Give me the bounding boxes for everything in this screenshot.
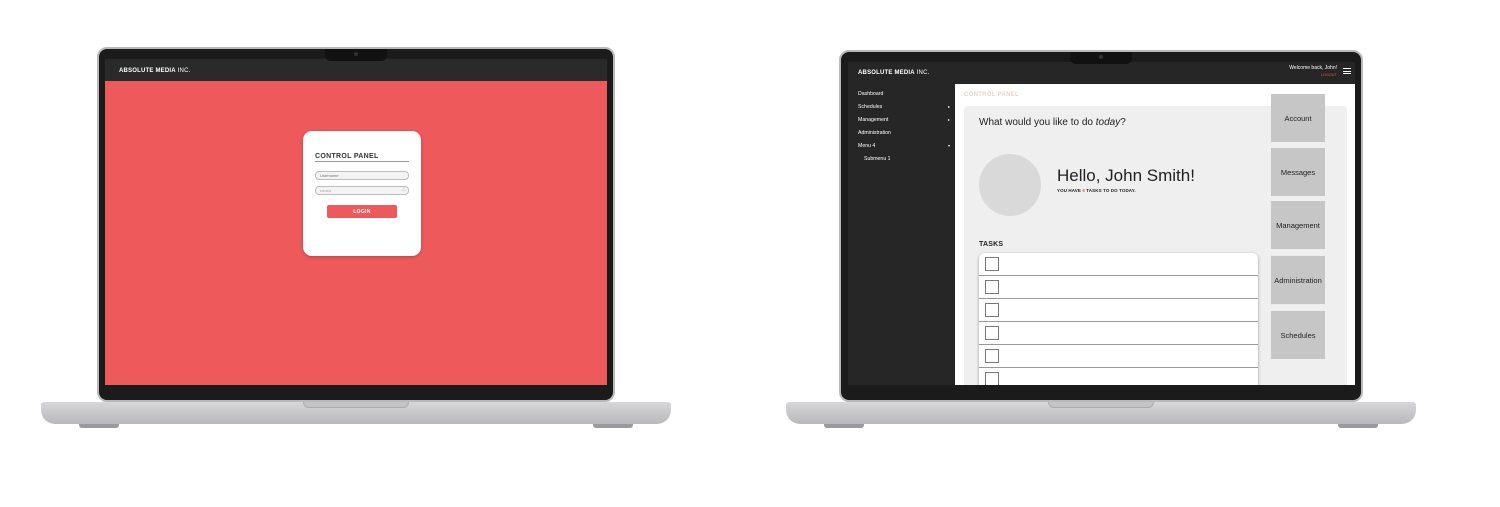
login-background: CONTROL PANEL △ LOGIN: [105, 81, 607, 385]
password-input[interactable]: [315, 186, 409, 195]
sidebar-item-schedules[interactable]: Schedules ▸: [858, 104, 950, 110]
dashboard-panel: What would you like to do today? Hello, …: [964, 94, 1347, 385]
login-title: CONTROL PANEL: [315, 153, 379, 160]
schedules-button[interactable]: Schedules: [1271, 311, 1325, 359]
login-button[interactable]: LOGIN: [327, 205, 397, 218]
camera-notch: [1070, 52, 1132, 64]
base-notch: [1048, 402, 1154, 408]
base-notch: [303, 402, 409, 408]
sidebar-item-menu-4[interactable]: Menu 4 ▾: [858, 143, 950, 149]
login-screen: ABSOLUTE MEDIA INC. CONTROL PANEL △ LOGI…: [105, 59, 607, 385]
sidebar-item-administration[interactable]: Administration: [858, 130, 950, 136]
task-row: [979, 299, 1258, 322]
laptop-foot: [79, 424, 119, 428]
question-heading: What would you like to do today?: [979, 117, 1126, 128]
task-list: [979, 253, 1258, 385]
laptop-lid: ABSOLUTE MEDIA INC. Welcome back, John! …: [839, 50, 1363, 402]
task-row: [979, 345, 1258, 368]
top-bar: ABSOLUTE MEDIA INC.: [105, 59, 607, 81]
logout-link[interactable]: LOGOUT: [1321, 73, 1337, 77]
divider: [315, 161, 409, 162]
task-row: [979, 322, 1258, 345]
task-checkbox[interactable]: [985, 349, 999, 363]
welcome-text: Welcome back, John!: [1289, 65, 1337, 71]
lock-icon: △: [402, 186, 406, 192]
sidebar: Dashboard Schedules ▸ Management ▸ Adminis…: [848, 84, 955, 385]
administration-button[interactable]: Administration: [1271, 256, 1325, 304]
task-checkbox[interactable]: [985, 280, 999, 294]
dashboard-screen: ABSOLUTE MEDIA INC. Welcome back, John! …: [848, 62, 1355, 385]
task-checkbox[interactable]: [985, 372, 999, 385]
task-checkbox[interactable]: [985, 303, 999, 317]
sidebar-item-management[interactable]: Management ▸: [858, 117, 950, 123]
task-row: [979, 276, 1258, 299]
caret-right-icon: ▸: [947, 117, 950, 122]
laptop-dashboard: ABSOLUTE MEDIA INC. Welcome back, John! …: [786, 50, 1416, 432]
laptop-base: [41, 402, 671, 428]
login-card: CONTROL PANEL △ LOGIN: [303, 131, 421, 256]
username-input[interactable]: [315, 171, 409, 180]
laptop-foot: [593, 424, 633, 428]
brand-logo: ABSOLUTE MEDIA INC.: [858, 70, 930, 76]
laptop-lid: ABSOLUTE MEDIA INC. CONTROL PANEL △ LOGI…: [97, 47, 615, 402]
account-button[interactable]: Account: [1271, 94, 1325, 142]
tasks-heading: TASKS: [979, 241, 1004, 248]
camera-notch: [325, 49, 387, 61]
caret-down-icon: ▾: [947, 143, 950, 148]
page-title: CONTROL PANEL: [964, 92, 1020, 98]
hamburger-menu-icon[interactable]: [1343, 68, 1351, 75]
task-row: [979, 253, 1258, 276]
greeting: Hello, John Smith!: [1057, 166, 1195, 185]
top-bar: ABSOLUTE MEDIA INC. Welcome back, John! …: [848, 62, 1355, 84]
sidebar-item-dashboard[interactable]: Dashboard: [858, 91, 950, 97]
task-row: [979, 368, 1258, 385]
messages-button[interactable]: Messages: [1271, 148, 1325, 196]
caret-right-icon: ▸: [947, 104, 950, 109]
laptop-foot: [824, 424, 864, 428]
camera-icon: [354, 52, 358, 56]
brand-logo: ABSOLUTE MEDIA INC.: [119, 68, 191, 74]
task-checkbox[interactable]: [985, 257, 999, 271]
avatar: [979, 154, 1041, 216]
laptop-foot: [1338, 424, 1378, 428]
sidebar-item-submenu-1[interactable]: Submenu 1: [864, 156, 956, 162]
main-content: CONTROL PANEL What would you like to do …: [955, 84, 1355, 385]
camera-icon: [1099, 55, 1103, 59]
task-checkbox[interactable]: [985, 326, 999, 340]
tasks-summary: YOU HAVE 6 TASKS TO DO TODAY.: [1057, 188, 1136, 193]
laptop-base: [786, 402, 1416, 428]
laptop-login: ABSOLUTE MEDIA INC. CONTROL PANEL △ LOGI…: [41, 47, 671, 432]
management-button[interactable]: Management: [1271, 201, 1325, 249]
